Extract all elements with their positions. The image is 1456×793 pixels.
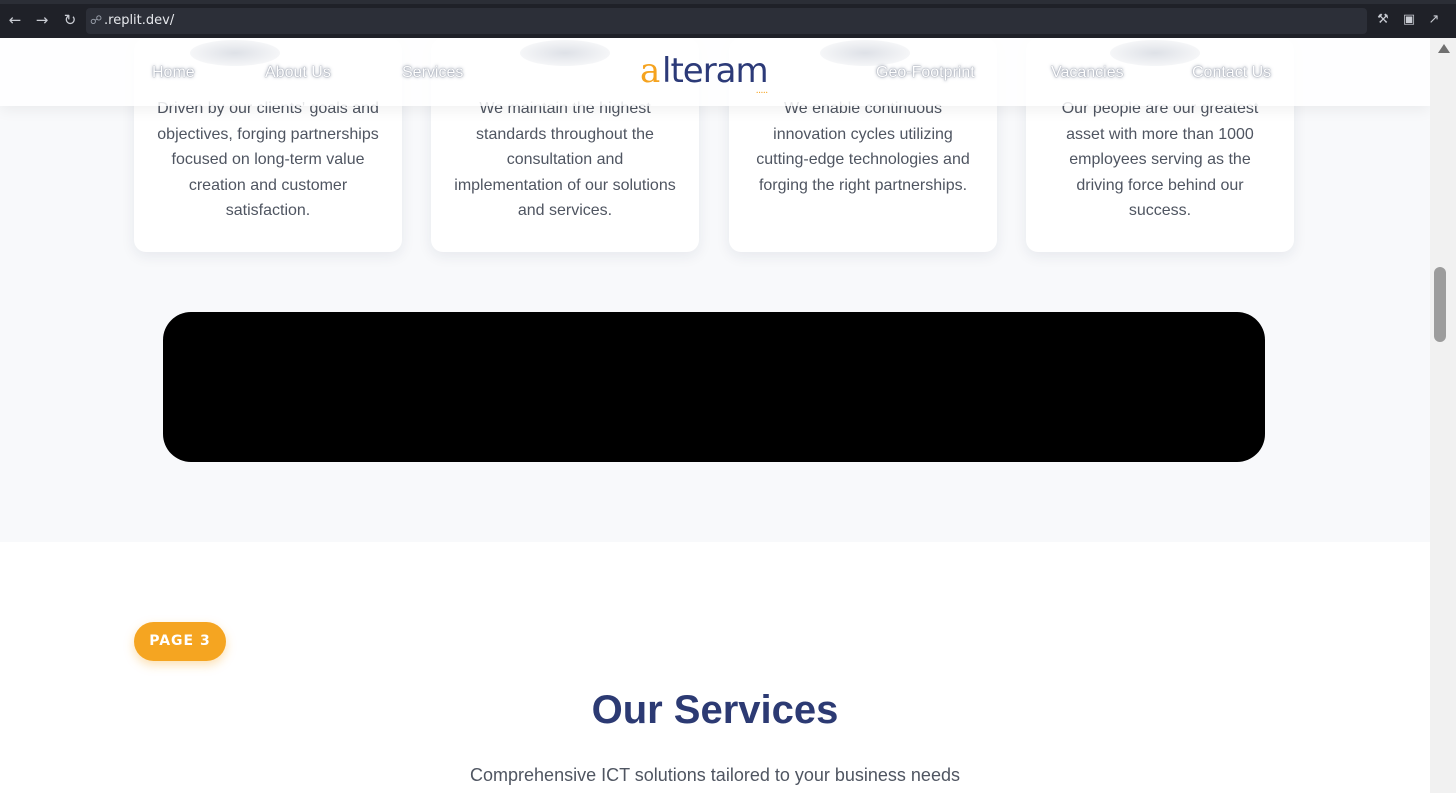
forward-icon[interactable]: → bbox=[32, 10, 52, 30]
value-card-text: Driven by our clients' goals and objecti… bbox=[157, 100, 379, 219]
logo-letter-a: a bbox=[640, 51, 661, 91]
nav-contact-us[interactable]: Contact Us bbox=[1192, 63, 1271, 83]
value-card-text: We maintain the highest standards throug… bbox=[454, 100, 676, 219]
video-embed[interactable] bbox=[163, 312, 1265, 462]
nav-glow bbox=[520, 40, 610, 66]
reload-icon[interactable]: ↻ bbox=[60, 10, 80, 30]
wrench-icon[interactable]: ⚒ bbox=[1374, 10, 1392, 30]
scroll-thumb[interactable] bbox=[1434, 267, 1446, 342]
nav-vacancies[interactable]: Vacancies bbox=[1051, 63, 1124, 83]
values-section: Driven by our clients' goals and objecti… bbox=[0, 38, 1430, 542]
open-external-icon[interactable]: ↗ bbox=[1425, 10, 1443, 30]
page-badge: PAGE 3 bbox=[134, 622, 226, 661]
alteram-logo[interactable]: a lteram ••••• bbox=[640, 48, 790, 98]
logo-wordmark: lteram bbox=[662, 51, 769, 91]
services-subtitle: Comprehensive ICT solutions tailored to … bbox=[470, 765, 960, 785]
devices-icon[interactable]: ▣ bbox=[1400, 10, 1418, 30]
services-title: Our Services bbox=[591, 688, 839, 732]
nav-services[interactable]: Services bbox=[402, 63, 463, 83]
page-viewport: Driven by our clients' goals and objecti… bbox=[0, 38, 1430, 793]
nav-geo-footprint[interactable]: Geo-Footprint bbox=[876, 63, 975, 83]
url-text[interactable]: .replit.dev/ bbox=[104, 13, 174, 29]
address-bar[interactable]: ☍ .replit.dev/ bbox=[86, 8, 1367, 34]
nav-about-us[interactable]: About Us bbox=[265, 63, 331, 83]
logo-tagline-mark: ••••• bbox=[756, 90, 768, 95]
value-card-text: Our people are our greatest asset with m… bbox=[1061, 100, 1259, 219]
nav-home[interactable]: Home bbox=[152, 63, 195, 83]
browser-toolbar: ← → ↻ ☍ .replit.dev/ ⚒ ▣ ↗ bbox=[0, 0, 1456, 38]
scroll-up-arrow-icon[interactable] bbox=[1438, 44, 1450, 53]
site-header: Home About Us Services a lteram ••••• Ge… bbox=[0, 38, 1430, 106]
value-card-text: We enable continuous innovation cycles u… bbox=[756, 100, 970, 194]
back-icon[interactable]: ← bbox=[5, 10, 25, 30]
link-icon: ☍ bbox=[90, 13, 103, 27]
page-scrollbar[interactable] bbox=[1430, 38, 1456, 793]
